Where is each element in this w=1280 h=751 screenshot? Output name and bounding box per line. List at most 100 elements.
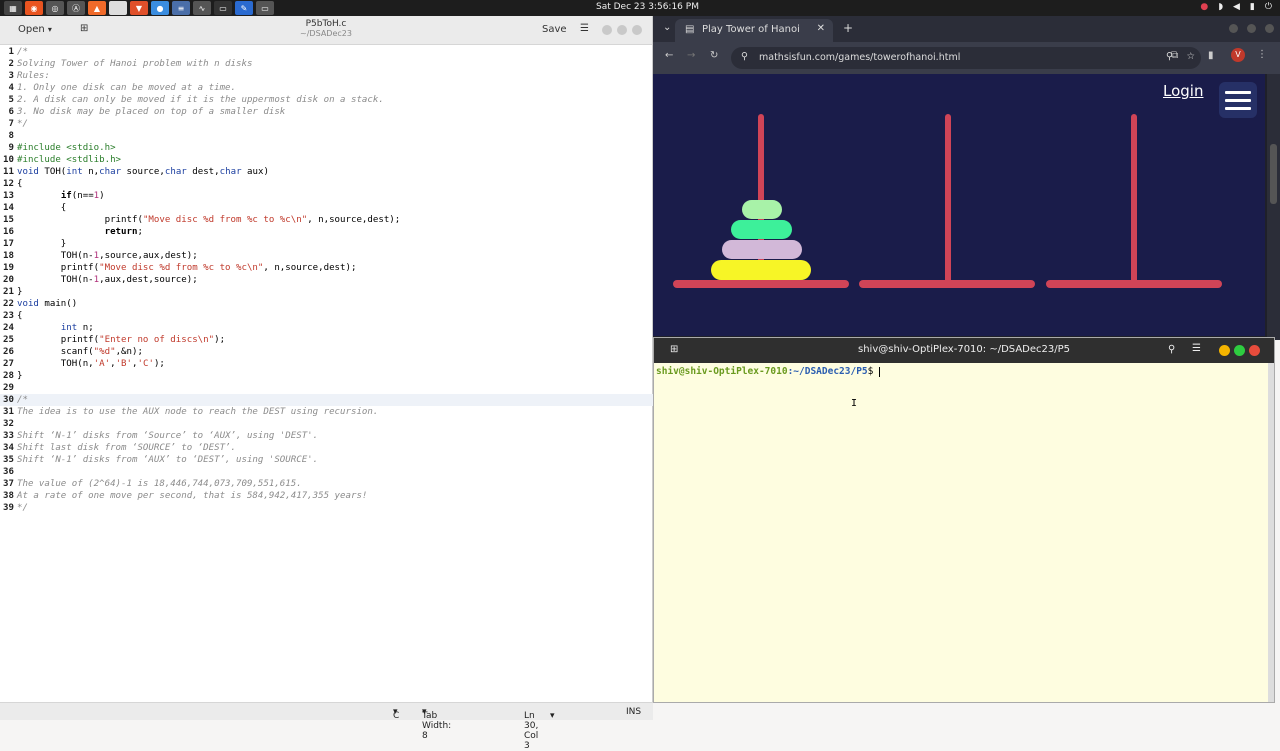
new-tab-button[interactable]: +	[843, 21, 853, 35]
code-line[interactable]: 5 2. A disk can only be moved if it is th…	[0, 94, 653, 106]
chrome-icon[interactable]: ●	[151, 1, 169, 15]
code-line[interactable]: 27 TOH(n,'A','B','C');	[0, 358, 653, 370]
terminal-app-icon[interactable]: ▭	[214, 1, 232, 15]
code-area[interactable]: 1/* 2 Solving Tower of Hanoi problem with …	[0, 46, 653, 702]
code-line[interactable]: 38 At a rate of one move per second, that…	[0, 490, 653, 502]
language-selector[interactable]: C ▾	[393, 707, 399, 721]
code-line[interactable]: 1/*	[0, 46, 653, 58]
scrollbar-thumb[interactable]	[1270, 144, 1277, 204]
code-line[interactable]: 25 printf("Enter no of discs\n");	[0, 334, 653, 346]
code-line[interactable]: 2 Solving Tower of Hanoi problem with n d…	[0, 58, 653, 70]
sidebar-icon[interactable]: ▮	[1208, 50, 1214, 61]
page-scrollbar[interactable]	[1267, 74, 1280, 340]
disk-4[interactable]	[711, 260, 811, 280]
code-line[interactable]: 14 {	[0, 202, 653, 214]
code-line[interactable]: 17 }	[0, 238, 653, 250]
disk-1[interactable]	[742, 200, 782, 219]
login-link[interactable]: Login	[1163, 82, 1203, 100]
browser-close-button[interactable]	[1265, 24, 1274, 33]
tab-width-selector[interactable]: Tab Width: 8 ▾	[422, 707, 451, 741]
code-line[interactable]: 26 scanf("%d",&n);	[0, 346, 653, 358]
code-line[interactable]: 37 The value of (2^64)-1 is 18,446,744,07…	[0, 478, 653, 490]
profile-avatar[interactable]: V	[1231, 48, 1245, 62]
code-line[interactable]: 32	[0, 418, 653, 430]
address-bar[interactable]: ⚲ mathsisfun.com/games/towerofhanoi.html…	[731, 47, 1201, 69]
code-line[interactable]: 13 if(n==1)	[0, 190, 653, 202]
terminal-body[interactable]: shiv@shiv-OptiPlex-7010:~/DSADec23/P5$ I	[654, 363, 1274, 702]
browser-maximize-button[interactable]	[1247, 24, 1256, 33]
code-line[interactable]: 18 TOH(n-1,source,aux,dest);	[0, 250, 653, 262]
back-icon[interactable]: ←	[665, 50, 673, 61]
stack-icon[interactable]: ≡	[172, 1, 190, 15]
code-line[interactable]: 34 Shift last disk from ‘SOURCE’ to ‘DEST…	[0, 442, 653, 454]
forward-icon[interactable]: →	[687, 50, 695, 61]
minimize-button[interactable]	[602, 25, 612, 35]
code-line[interactable]: 30/*	[0, 394, 653, 406]
terminal-close-button[interactable]	[1249, 345, 1260, 356]
code-line[interactable]: 4 1. Only one disk can be moved at a time…	[0, 82, 653, 94]
code-line[interactable]: 24 int n;	[0, 322, 653, 334]
terminal-menu-icon[interactable]: ☰	[1192, 343, 1201, 354]
editor-app-icon[interactable]: ✎	[235, 1, 253, 15]
save-button[interactable]: Save	[542, 24, 567, 35]
code-line[interactable]: 36	[0, 466, 653, 478]
apps-grid-icon[interactable]: ▦	[4, 1, 22, 15]
code-line[interactable]: 10 #include <stdlib.h>	[0, 154, 653, 166]
hanoi-game-page: Login	[653, 74, 1265, 336]
peg-c[interactable]	[1131, 114, 1137, 284]
code-line[interactable]: 3 Rules:	[0, 70, 653, 82]
software-icon[interactable]: Ⓐ	[67, 1, 85, 15]
code-line[interactable]: 23{	[0, 310, 653, 322]
code-line[interactable]: 8	[0, 130, 653, 142]
disk-3[interactable]	[722, 240, 802, 259]
code-line[interactable]: 16 return;	[0, 226, 653, 238]
disk-2[interactable]	[731, 220, 792, 239]
code-line[interactable]: 9 #include <stdio.h>	[0, 142, 653, 154]
hamburger-menu-icon[interactable]: ☰	[580, 23, 589, 34]
hamburger-menu-icon[interactable]	[1219, 82, 1257, 118]
peg-b[interactable]	[945, 114, 951, 284]
code-line[interactable]: 12{	[0, 178, 653, 190]
code-line[interactable]: 35 Shift ‘N-1’ disks from ‘AUX’ to ‘DEST’…	[0, 454, 653, 466]
close-button[interactable]	[632, 25, 642, 35]
browser-menu-icon[interactable]: ⋮	[1257, 49, 1267, 60]
files-icon[interactable]: ▲	[88, 1, 106, 15]
code-line[interactable]: 19 printf("Move disc %d from %c to %c\n"…	[0, 262, 653, 274]
terminal-search-icon[interactable]: ⚲	[1168, 344, 1175, 355]
code-line[interactable]: 15 printf("Move disc %d from %c to %c\n"…	[0, 214, 653, 226]
terminal-minimize-button[interactable]	[1219, 345, 1230, 356]
code-line[interactable]: 22 void main()	[0, 298, 653, 310]
code-line[interactable]: 11 void TOH(int n,char source,char dest,c…	[0, 166, 653, 178]
maximize-button[interactable]	[617, 25, 627, 35]
code-line[interactable]: 31 The idea is to use the AUX node to rea…	[0, 406, 653, 418]
code-line[interactable]: 21}	[0, 286, 653, 298]
extensions-icon[interactable]: ⧉	[1171, 50, 1178, 61]
base-c	[1046, 280, 1222, 288]
code-line[interactable]: 39 */	[0, 502, 653, 514]
bookmark-star-icon[interactable]: ☆	[1186, 51, 1195, 62]
code-line[interactable]: 20 TOH(n-1,aux,dest,source);	[0, 274, 653, 286]
ubuntu-icon[interactable]: ◉	[25, 1, 43, 15]
terminal-scrollbar[interactable]	[1268, 363, 1274, 702]
browser-minimize-button[interactable]	[1229, 24, 1238, 33]
code-line[interactable]: 6 3. No disk may be placed on top of a sm…	[0, 106, 653, 118]
brave-icon[interactable]: ▼	[130, 1, 148, 15]
terminal-maximize-button[interactable]	[1234, 345, 1245, 356]
window-icon[interactable]: ▭	[256, 1, 274, 15]
clock[interactable]: Sat Dec 23 3:56:16 PM	[596, 2, 699, 12]
line-text: TOH(n,'A','B','C');	[17, 359, 165, 369]
system-tray[interactable]: ● ◗ ◀ ▮ ⏻	[1200, 2, 1272, 12]
line-number: 6	[8, 107, 14, 117]
tab-list-icon[interactable]: ⌄	[663, 22, 671, 33]
site-info-icon[interactable]: ⚲	[741, 51, 748, 62]
monitor-icon[interactable]: ∿	[193, 1, 211, 15]
code-line[interactable]: 28}	[0, 370, 653, 382]
settings-icon[interactable]: ◎	[46, 1, 64, 15]
code-line[interactable]: 7 */	[0, 118, 653, 130]
code-line[interactable]: 33 Shift ‘N-1’ disks from ‘Source’ to ‘AU…	[0, 430, 653, 442]
tab-tower-of-hanoi[interactable]: ▤ Play Tower of Hanoi ✕	[675, 19, 833, 42]
document-icon[interactable]	[109, 1, 127, 15]
code-line[interactable]: 29	[0, 382, 653, 394]
close-tab-icon[interactable]: ✕	[817, 23, 825, 34]
reload-icon[interactable]: ↻	[710, 50, 718, 61]
